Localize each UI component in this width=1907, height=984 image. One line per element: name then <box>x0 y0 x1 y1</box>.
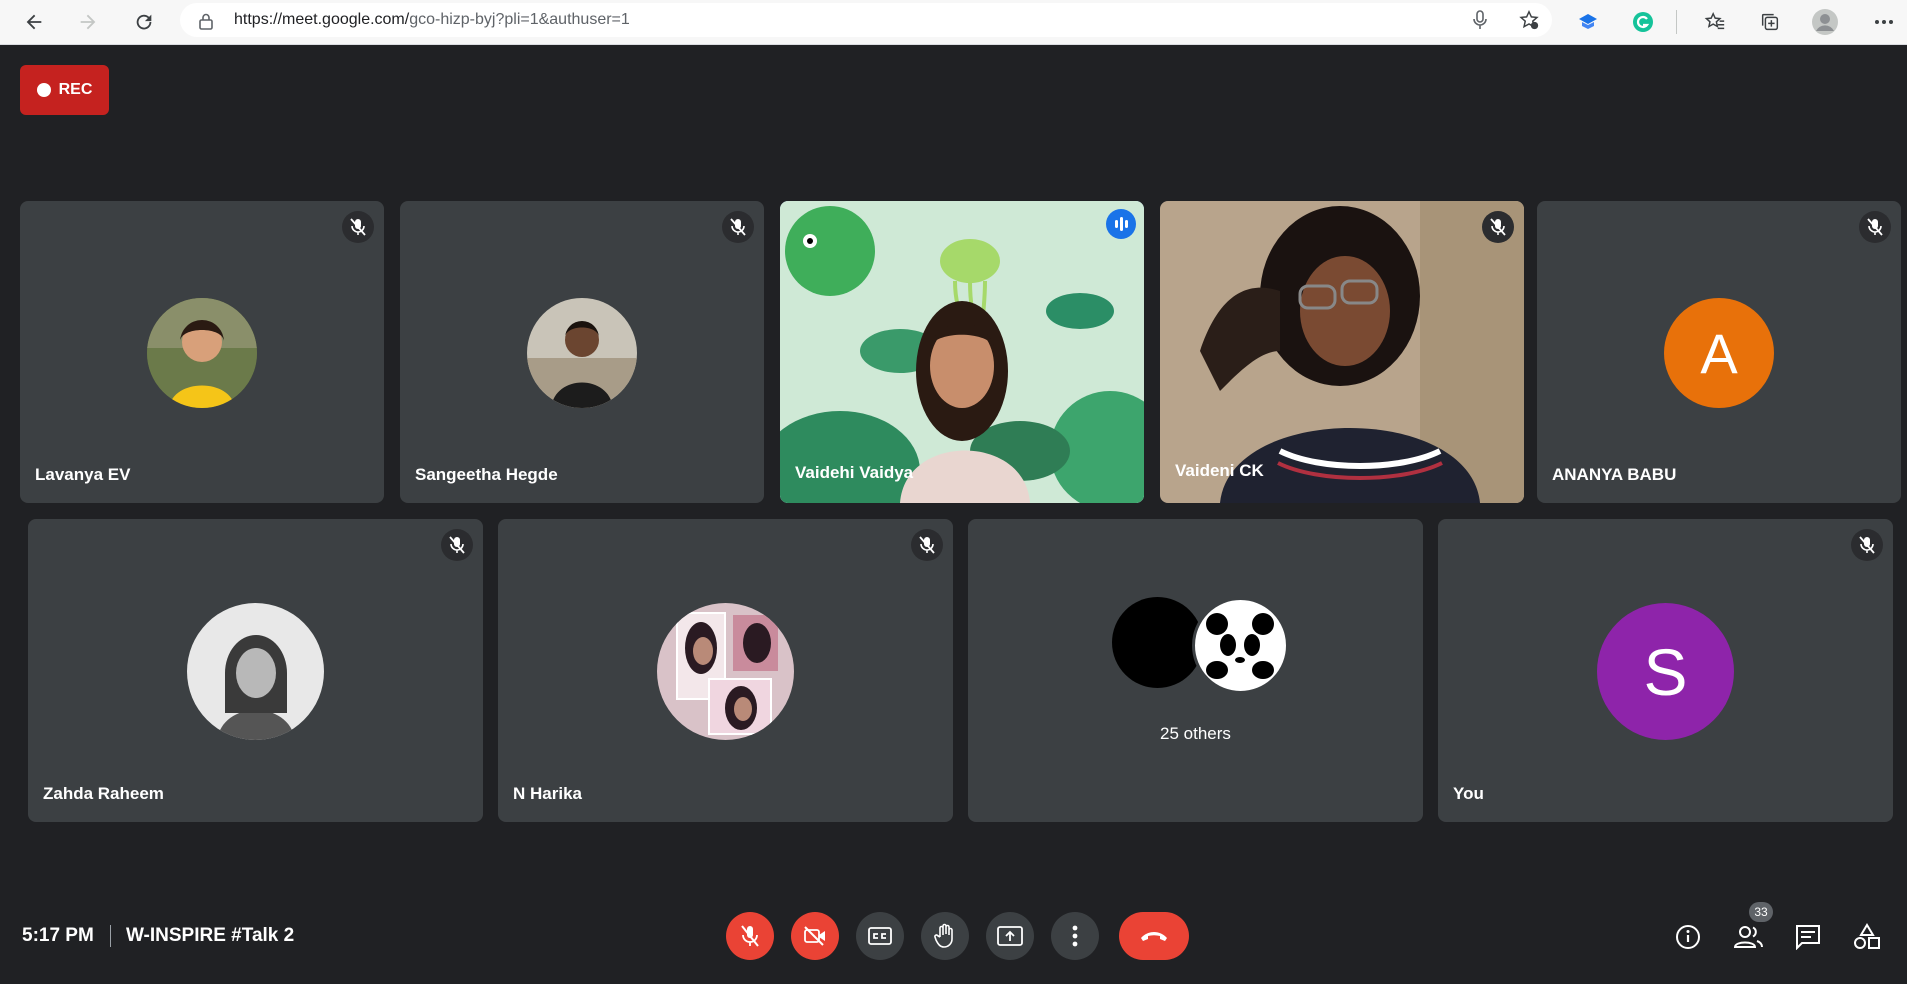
chat-icon <box>1796 925 1820 950</box>
present-screen-icon <box>997 926 1023 946</box>
participant-name: Vaidehi Vaidya <box>795 463 914 482</box>
end-call-icon <box>1141 932 1167 941</box>
reload-icon[interactable] <box>128 6 160 38</box>
participant-name: N Harika <box>513 784 582 803</box>
avatar: S <box>1597 603 1734 740</box>
microphone-icon[interactable] <box>1466 6 1494 34</box>
panda-avatar-icon <box>1192 597 1289 694</box>
record-dot-icon <box>36 83 51 97</box>
grammarly-icon[interactable] <box>1629 8 1657 36</box>
avatar <box>187 603 324 740</box>
participant-name: Lavanya EV <box>35 465 131 484</box>
avatar <box>1112 597 1203 688</box>
muted-mic-icon <box>1482 211 1514 243</box>
present-screen-button[interactable] <box>986 912 1034 960</box>
profile-icon[interactable] <box>1811 8 1839 36</box>
muted-mic-icon <box>722 211 754 243</box>
others-count-label: 25 others <box>1160 724 1231 743</box>
participant-name: Sangeetha Hegde <box>415 465 558 484</box>
speaking-indicator-icon <box>1106 209 1136 239</box>
activities-button[interactable] <box>1850 920 1884 954</box>
people-button[interactable] <box>1732 920 1766 954</box>
participant-tile[interactable]: Sangeetha Hegde <box>400 201 764 503</box>
footer-divider <box>110 925 111 947</box>
leave-call-button[interactable] <box>1119 912 1189 960</box>
more-vert-icon <box>1072 925 1078 947</box>
collections-icon[interactable] <box>1756 8 1784 36</box>
toolbar-divider <box>1676 10 1677 34</box>
participant-tile-active-speaker[interactable]: Vaidehi Vaidya <box>780 201 1144 503</box>
participant-name: You <box>1453 784 1484 803</box>
video-feed <box>780 201 1144 503</box>
others-tile[interactable]: 25 others <box>968 519 1423 822</box>
chat-button[interactable] <box>1791 920 1825 954</box>
participant-tile[interactable]: Zahda Raheem <box>28 519 483 822</box>
info-icon <box>1676 925 1700 949</box>
recording-label: REC <box>58 81 93 98</box>
muted-mic-icon <box>441 529 473 561</box>
camera-off-button[interactable] <box>791 912 839 960</box>
participant-tile[interactable]: Lavanya EV <box>20 201 384 503</box>
video-feed <box>1160 201 1524 503</box>
participant-tile[interactable]: N Harika <box>498 519 953 822</box>
url-path: gco-hizp-byj?pli=1&authuser=1 <box>409 11 630 28</box>
avatar-initial: A <box>1700 321 1738 385</box>
participant-name: Zahda Raheem <box>43 784 164 803</box>
avatar: A <box>1664 298 1774 408</box>
meeting-time: 5:17 PM <box>22 925 94 946</box>
people-icon <box>1734 926 1763 948</box>
self-tile[interactable]: S You <box>1438 519 1893 822</box>
browser-toolbar: https://meet.google.com/gco-hizp-byj?pli… <box>0 0 1907 45</box>
avatar <box>147 298 257 408</box>
captions-icon <box>868 927 892 945</box>
url-host: https://meet.google.com/ <box>234 11 410 28</box>
favorites-icon[interactable] <box>1701 8 1729 36</box>
add-favorite-icon[interactable] <box>1515 6 1543 34</box>
meeting-details-button[interactable] <box>1671 920 1705 954</box>
mic-off-icon <box>741 925 759 947</box>
lock-icon[interactable] <box>198 12 214 35</box>
captions-button[interactable] <box>856 912 904 960</box>
forward-icon[interactable] <box>72 6 104 38</box>
participant-name: ANANYA BABU <box>1552 465 1677 484</box>
avatar <box>657 603 794 740</box>
avatar-initial: S <box>1643 634 1688 709</box>
more-options-button[interactable] <box>1051 912 1099 960</box>
back-icon[interactable] <box>18 6 50 38</box>
participant-tile[interactable]: Vaideni CK <box>1160 201 1524 503</box>
microphone-off-button[interactable] <box>726 912 774 960</box>
muted-mic-icon <box>1851 529 1883 561</box>
participant-tile[interactable]: A ANANYA BABU <box>1537 201 1901 503</box>
raise-hand-button[interactable] <box>921 912 969 960</box>
activities-icon <box>1854 923 1880 949</box>
avatar <box>527 298 637 408</box>
raise-hand-icon <box>934 923 953 948</box>
meeting-title: W-INSPIRE #Talk 2 <box>126 925 295 946</box>
more-menu-icon[interactable] <box>1870 8 1898 36</box>
muted-mic-icon <box>911 529 943 561</box>
muted-mic-icon <box>1859 211 1891 243</box>
recording-badge: REC <box>20 65 109 115</box>
participant-name: Vaideni CK <box>1175 461 1264 480</box>
url-text: https://meet.google.com/gco-hizp-byj?pli… <box>234 11 630 29</box>
muted-mic-icon <box>342 211 374 243</box>
extension-icon[interactable] <box>1574 8 1602 36</box>
camera-off-icon <box>804 926 825 946</box>
participant-count-badge: 33 <box>1749 902 1773 922</box>
address-bar[interactable]: https://meet.google.com/gco-hizp-byj?pli… <box>180 3 1552 37</box>
